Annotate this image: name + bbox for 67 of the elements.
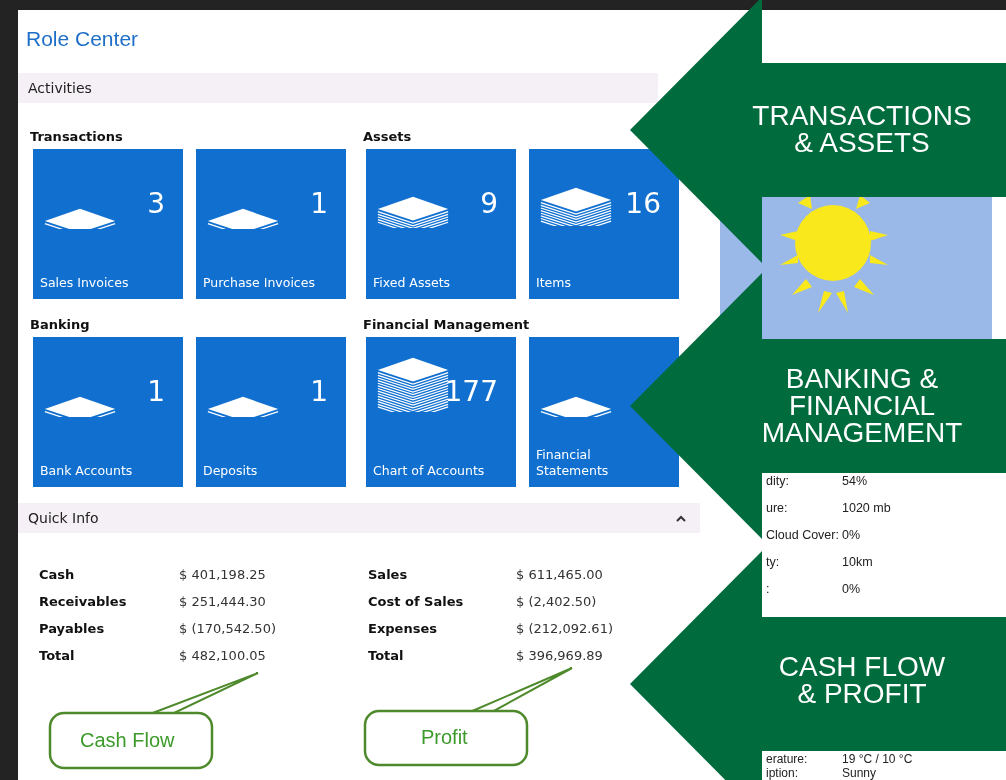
page-title: Role Center (25, 26, 140, 52)
metric-label: Sales (368, 567, 409, 584)
activity-tile[interactable]: 1 Purchase Invoices (196, 149, 346, 299)
activity-tile[interactable]: 16 Items (529, 149, 679, 299)
section-header[interactable]: Quick Info (18, 503, 700, 533)
metric-label: Expenses (368, 621, 438, 638)
tile-count: 1 (147, 375, 165, 408)
weather-label: ure: (766, 501, 789, 517)
tile-label: Fixed Assets (373, 275, 451, 291)
weather-value: 1020 mb (842, 501, 891, 517)
tile-label: Sales Invoices (40, 275, 129, 291)
metric-label: Payables (39, 621, 106, 638)
tile-count: 1 (310, 187, 328, 220)
weather-label: dity: (766, 474, 790, 490)
metric-label: Total (368, 648, 405, 665)
arrow-label: CASH FLOW & PROFIT (777, 653, 947, 707)
weather-value: 0% (842, 528, 861, 544)
activity-tile[interactable]: 1 Deposits (196, 337, 346, 487)
arrow-label: BANKING & FINANCIAL MANAGEMENT (760, 365, 964, 446)
weather-value: Sunny (842, 766, 877, 780)
tile-count: 177 (444, 375, 498, 408)
tile-count: 16 (625, 187, 661, 220)
weather-label: iption: (766, 766, 800, 780)
weather-value: 10km (842, 555, 873, 571)
tile-label: Bank Accounts (40, 463, 133, 479)
weather-value: 19 °C / 10 °C (842, 752, 913, 766)
metric-value: $ 401,198.25 (179, 567, 266, 584)
callout-text: Cash Flow (80, 729, 175, 752)
metric-value: $ (170,542.50) (179, 621, 276, 638)
tile-label: Deposits (203, 463, 258, 479)
metric-value: $ (212,092.61) (516, 621, 613, 638)
tile-count: 9 (480, 187, 498, 220)
group-title: Financial Management (363, 317, 531, 334)
weather-label: ty: (766, 555, 781, 571)
metric-label: Receivables (39, 594, 128, 611)
weather-value: 54% (842, 474, 868, 490)
callout-text: Profit (421, 726, 468, 749)
tile-label: Chart of Accounts (373, 463, 485, 479)
section-title: Activities (28, 80, 92, 96)
weather-label: erature: (766, 752, 809, 766)
metric-label: Cash (39, 567, 76, 584)
group-title: Transactions (30, 129, 124, 146)
weather-label: Cloud Cover: (766, 528, 840, 544)
arrow-label: TRANSACTIONS & ASSETS (751, 102, 973, 156)
metric-label: Total (39, 648, 76, 665)
tile-count: 1 (310, 375, 328, 408)
activity-tile[interactable]: 1 Bank Accounts (33, 337, 183, 487)
metric-value: $ 251,444.30 (179, 594, 266, 611)
tile-label: Items (536, 275, 571, 291)
section-header[interactable]: Activities (18, 73, 658, 103)
weather-value: 0% (842, 582, 861, 598)
metric-value: $ 482,100.05 (179, 648, 266, 665)
weather-label: : (766, 582, 771, 598)
metric-label: Cost of Sales (368, 594, 465, 611)
group-title: Banking (30, 317, 91, 334)
activity-tile[interactable]: 177 Chart of Accounts (366, 337, 516, 487)
activity-tile[interactable]: 3 Sales Invoices (33, 149, 183, 299)
section-title: Quick Info (28, 510, 99, 526)
tile-count: 3 (147, 187, 165, 220)
metric-value: $ 396,969.89 (516, 648, 603, 665)
activity-tile[interactable]: 9 Fixed Assets (366, 149, 516, 299)
tile-label: Financial Statements (536, 447, 609, 479)
collapse-caret-icon[interactable] (676, 514, 686, 522)
metric-value: $ (2,402.50) (516, 594, 597, 611)
tile-label: Purchase Invoices (203, 275, 315, 291)
metric-value: $ 611,465.00 (516, 567, 603, 584)
group-title: Assets (363, 129, 413, 146)
